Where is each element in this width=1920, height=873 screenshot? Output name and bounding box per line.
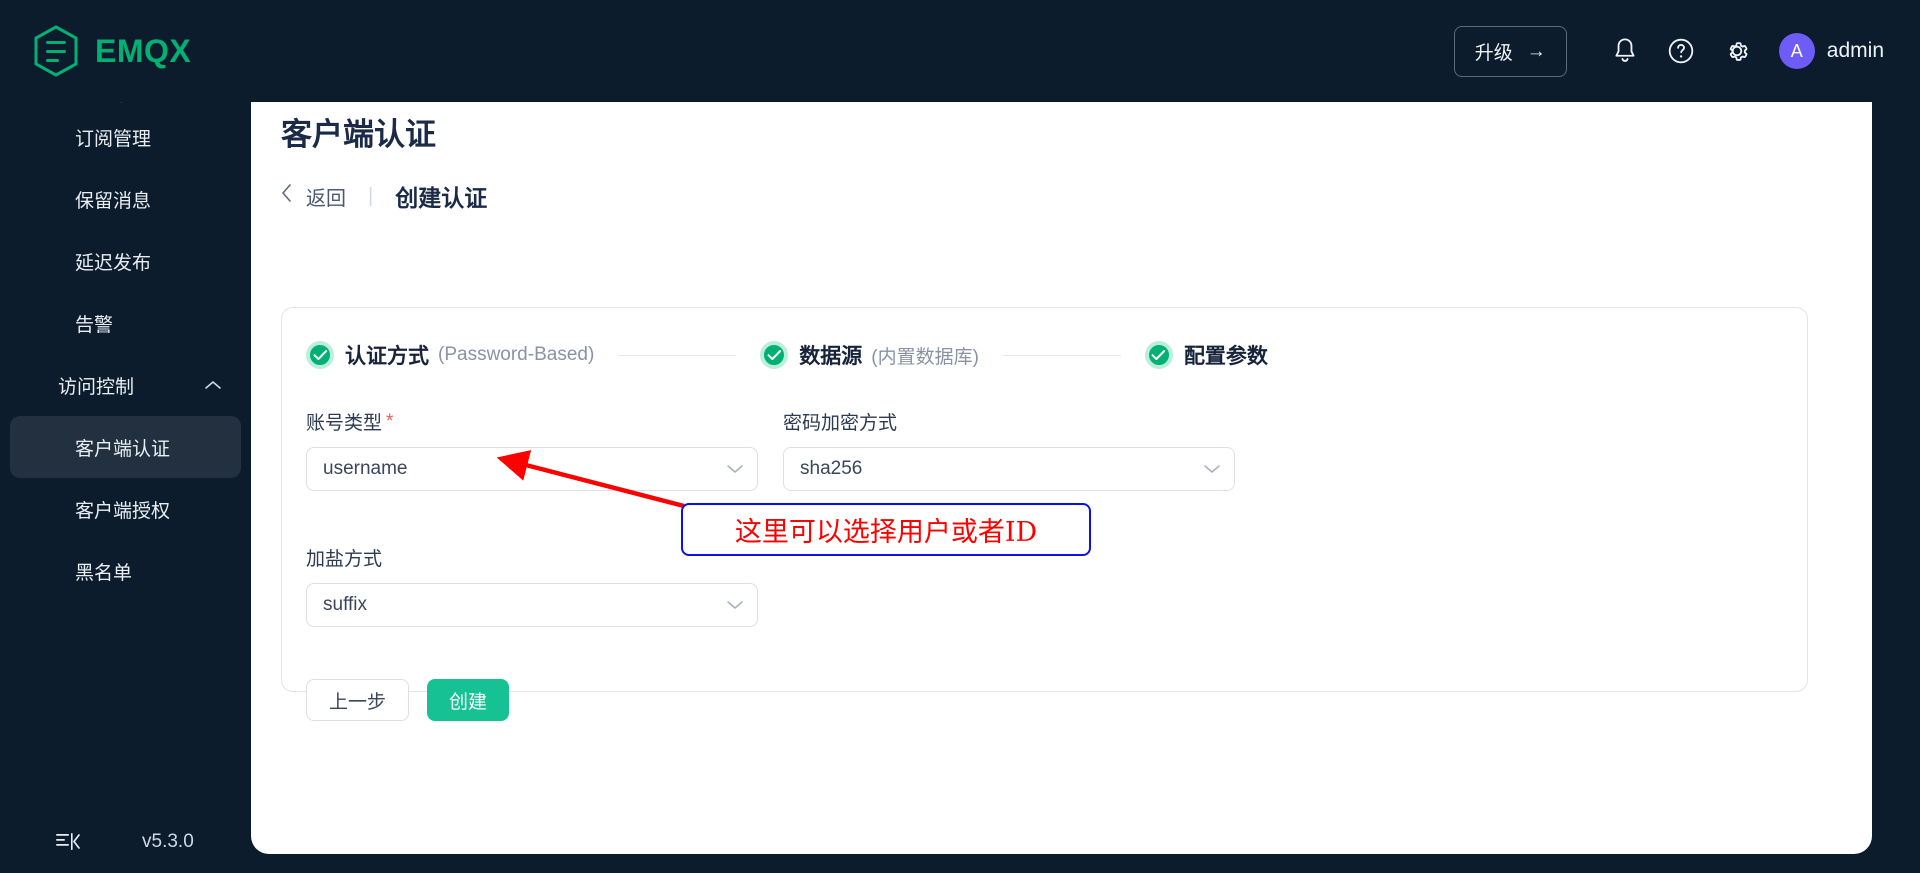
sidebar-group-label: 访问控制 xyxy=(58,376,135,398)
breadcrumb-separator: | xyxy=(368,184,374,207)
chevron-down-icon xyxy=(727,600,743,610)
gear-icon xyxy=(1729,42,1748,61)
upgrade-button[interactable]: 升级 → xyxy=(1453,25,1567,77)
username-label[interactable]: admin xyxy=(1827,39,1884,63)
top-header-actions: 升级 → A admin xyxy=(1453,23,1920,79)
password-hash-select[interactable]: sha256 xyxy=(783,447,1235,491)
sidebar: 客户端 订阅管理 保留消息 延迟发布 告警 访问控制 xyxy=(0,62,251,873)
step-subtitle: (内置数据库) xyxy=(871,346,979,368)
field-label-wrapper: 加盐方式 xyxy=(306,544,758,571)
step-data-source[interactable]: 数据源 (内置数据库) xyxy=(760,340,979,370)
field-label-wrapper: 密码加密方式 xyxy=(783,408,1235,435)
salt-position-select-value: suffix xyxy=(323,594,368,615)
create-auth-stepper: 认证方式 (Password-Based) 数据源 (内置数据库) 配置参数 xyxy=(282,308,1807,370)
check-circle-icon xyxy=(760,341,789,369)
sidebar-item-blacklist[interactable]: 黑名单 xyxy=(10,540,241,602)
step-configure-parameters[interactable]: 配置参数 xyxy=(1144,340,1277,370)
collapse-sidebar-icon[interactable] xyxy=(54,831,80,853)
breadcrumb-back-link[interactable]: 返回 xyxy=(306,182,346,211)
create-auth-form-card: 认证方式 (Password-Based) 数据源 (内置数据库) 配置参数 账… xyxy=(281,307,1808,721)
chevron-up-icon xyxy=(205,377,221,393)
field-account-type: 账号类型 * username xyxy=(306,408,758,491)
upgrade-button-label: 升级 xyxy=(1474,42,1513,64)
settings-button[interactable] xyxy=(1709,23,1765,79)
step-title: 认证方式 xyxy=(345,345,429,368)
step-authentication-method[interactable]: 认证方式 (Password-Based) xyxy=(306,340,594,370)
sidebar-item-subscriptions[interactable]: 订阅管理 xyxy=(10,106,241,168)
field-label: 加盐方式 xyxy=(306,549,383,570)
version-label: v5.3.0 xyxy=(142,831,194,852)
field-password-hash-algorithm: 密码加密方式 sha256 xyxy=(783,408,1235,491)
sidebar-item-client-authentication[interactable]: 客户端认证 xyxy=(10,416,241,478)
sidebar-item-label: 客户端认证 xyxy=(75,438,171,460)
check-circle-icon xyxy=(1144,341,1173,369)
field-label: 密码加密方式 xyxy=(783,413,898,434)
sidebar-item-alarms[interactable]: 告警 xyxy=(10,292,241,354)
stepper-connector-line xyxy=(1002,354,1121,356)
stepper-connector-line xyxy=(618,354,737,356)
sidebar-item-label: 保留消息 xyxy=(75,190,152,212)
create-auth-form-body: 账号类型 * username 密码加密方式 sha256 加盐方式 suffi… xyxy=(282,370,1807,627)
previous-step-button[interactable]: 上一步 xyxy=(306,679,410,721)
account-type-select[interactable]: username xyxy=(306,447,758,491)
field-label: 账号类型 xyxy=(306,413,383,434)
notifications-button[interactable] xyxy=(1597,23,1653,79)
step-subtitle: (Password-Based) xyxy=(438,344,595,365)
sidebar-item-label: 客户端授权 xyxy=(75,500,171,522)
sidebar-item-retained-messages[interactable]: 保留消息 xyxy=(10,168,241,230)
sidebar-item-label: 订阅管理 xyxy=(75,128,152,150)
sidebar-item-delayed-publish[interactable]: 延迟发布 xyxy=(10,230,241,292)
breadcrumb: 返回 | 创建认证 xyxy=(281,179,1872,213)
required-asterisk: * xyxy=(386,411,394,432)
page-title: 客户端认证 xyxy=(281,117,436,152)
sidebar-item-label: 黑名单 xyxy=(75,562,133,584)
bell-icon xyxy=(1615,38,1635,62)
account-type-select-value: username xyxy=(323,458,408,479)
brand-name: EMQX xyxy=(95,32,192,69)
form-action-buttons: 上一步 创建 xyxy=(282,627,1807,721)
sidebar-item-label: 告警 xyxy=(75,314,114,336)
main-content-panel: 客户端认证 返回 | 创建认证 认证方式 (Password-Based) 数据… xyxy=(251,79,1872,854)
form-row-spacer xyxy=(306,491,1807,544)
avatar[interactable]: A xyxy=(1778,33,1815,69)
chevron-down-icon xyxy=(727,464,743,474)
chevron-left-icon[interactable] xyxy=(281,184,292,208)
emqx-hexagon-logo-icon xyxy=(34,25,78,77)
salt-position-select[interactable]: suffix xyxy=(306,583,758,627)
top-header-bar: EMQX 升级 → A admin xyxy=(0,0,1920,102)
arrow-right-icon: → xyxy=(1526,40,1546,62)
help-circle-icon xyxy=(1668,38,1694,64)
field-label-wrapper: 账号类型 * xyxy=(306,408,758,435)
help-button[interactable] xyxy=(1653,23,1709,79)
sidebar-footer: v5.3.0 xyxy=(0,811,251,873)
password-hash-select-value: sha256 xyxy=(800,458,863,479)
form-row-2: 加盐方式 suffix xyxy=(306,544,1807,627)
breadcrumb-current: 创建认证 xyxy=(395,185,488,211)
create-button[interactable]: 创建 xyxy=(427,679,510,721)
form-row-1: 账号类型 * username 密码加密方式 sha256 xyxy=(306,408,1807,491)
brand-logo-group[interactable]: EMQX xyxy=(33,25,191,77)
sidebar-group-access-control[interactable]: 访问控制 xyxy=(10,354,241,416)
chevron-down-icon xyxy=(1204,464,1220,474)
app-root: EMQX 升级 → A admin 订阅管理 保留消息 延迟发布 告警 访问控制… xyxy=(0,0,1920,873)
step-title: 数据源 xyxy=(799,345,863,368)
step-title: 配置参数 xyxy=(1183,345,1268,368)
field-salt-position: 加盐方式 suffix xyxy=(306,544,758,627)
sidebar-item-label: 延迟发布 xyxy=(75,252,152,274)
check-circle-icon xyxy=(306,341,334,369)
sidebar-item-client-authorization[interactable]: 客户端授权 xyxy=(10,478,241,540)
sidebar-nav-list: 客户端 订阅管理 保留消息 延迟发布 告警 访问控制 xyxy=(0,62,251,602)
